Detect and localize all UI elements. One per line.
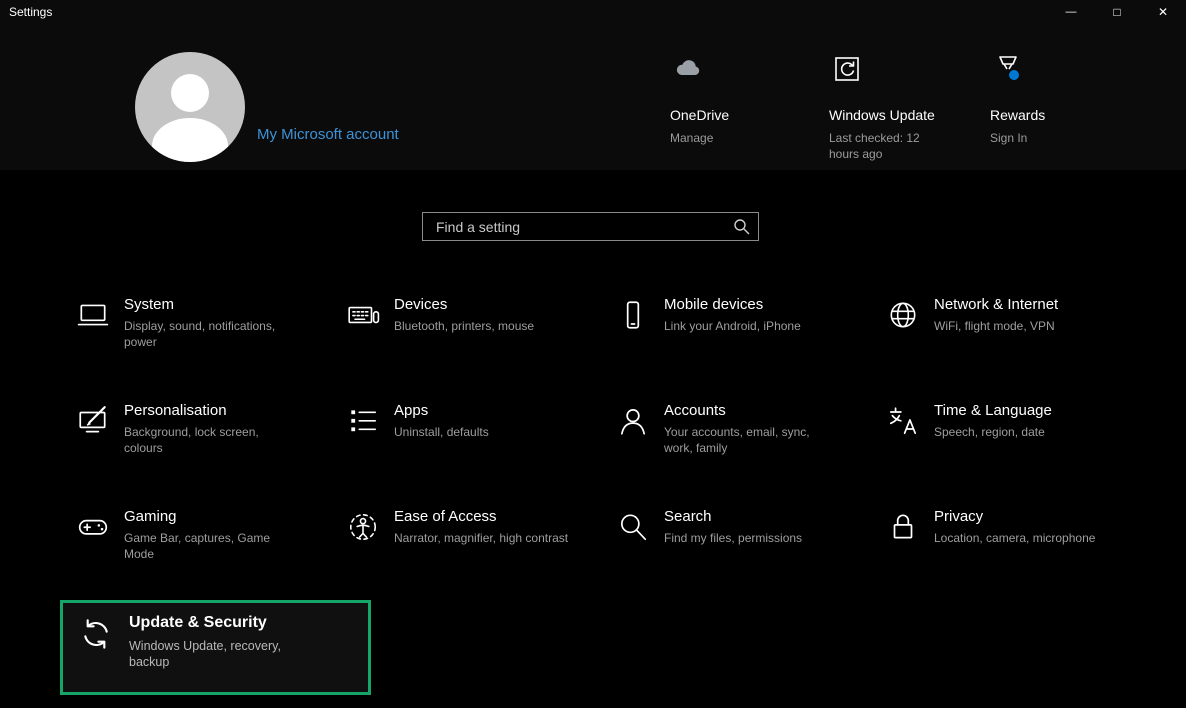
tile-apps[interactable]: Apps Uninstall, defaults: [330, 402, 600, 508]
tile-title: Update & Security: [129, 614, 317, 632]
tile-title: Search: [664, 508, 840, 525]
system-icon: [76, 298, 110, 332]
quick-item-rewards[interactable]: Rewards Sign In: [990, 53, 1140, 146]
quick-item-subtitle: Last checked: 12 hours ago: [829, 130, 929, 162]
tile-privacy[interactable]: Privacy Location, camera, microphone: [870, 508, 1140, 614]
ease-of-access-icon: [346, 510, 380, 544]
highlight-box-update-security: Update & Security Windows Update, recove…: [60, 600, 371, 695]
maximize-button[interactable]: □: [1094, 0, 1140, 24]
quick-item-title: OneDrive: [670, 107, 820, 123]
tile-accounts[interactable]: Accounts Your accounts, email, sync, wor…: [600, 402, 870, 508]
tile-title: Network & Internet: [934, 296, 1110, 313]
avatar-body-shape: [152, 118, 228, 162]
windows-update-sync-icon: [831, 53, 863, 85]
tile-title: Apps: [394, 402, 570, 419]
quick-item-onedrive[interactable]: OneDrive Manage: [670, 53, 820, 146]
user-avatar: [135, 52, 245, 162]
tile-personalisation[interactable]: Personalisation Background, lock screen,…: [60, 402, 330, 508]
network-internet-icon: [886, 298, 920, 332]
tile-system[interactable]: System Display, sound, notifications, po…: [60, 296, 330, 402]
window-title: Settings: [0, 5, 52, 19]
onedrive-cloud-icon: [672, 53, 704, 85]
settings-tile-grid: System Display, sound, notifications, po…: [60, 296, 1140, 614]
avatar-head-shape: [171, 74, 209, 112]
close-button[interactable]: ✕: [1140, 0, 1186, 24]
tile-title: System: [124, 296, 300, 313]
tile-title: Devices: [394, 296, 570, 313]
quick-item-title: Rewards: [990, 107, 1140, 123]
tile-title: Privacy: [934, 508, 1110, 525]
search-tile-icon: [616, 510, 650, 544]
minimize-button[interactable]: —: [1048, 0, 1094, 24]
search-icon[interactable]: [733, 218, 750, 235]
personalisation-icon: [76, 404, 110, 438]
quick-item-title: Windows Update: [829, 107, 979, 123]
tile-subtitle: Display, sound, notifications, power: [124, 318, 300, 350]
tile-subtitle: Find my files, permissions: [664, 530, 840, 546]
tile-title: Ease of Access: [394, 508, 570, 525]
privacy-icon: [886, 510, 920, 544]
tile-subtitle: Background, lock screen, colours: [124, 424, 300, 456]
tile-title: Mobile devices: [664, 296, 840, 313]
gaming-icon: [76, 510, 110, 544]
window-controls: — □ ✕: [1048, 0, 1186, 24]
tile-update-security[interactable]: Update & Security Windows Update, recove…: [63, 603, 368, 670]
tile-subtitle: Speech, region, date: [934, 424, 1110, 440]
search-input[interactable]: [422, 212, 759, 241]
titlebar: Settings — □ ✕: [0, 0, 1186, 24]
quick-item-subtitle: Manage: [670, 130, 820, 146]
mobile-devices-icon: [616, 298, 650, 332]
tile-subtitle: Link your Android, iPhone: [664, 318, 840, 334]
tile-title: Gaming: [124, 508, 300, 525]
apps-icon: [346, 404, 380, 438]
quick-item-subtitle: Sign In: [990, 130, 1140, 146]
tile-ease-of-access[interactable]: Ease of Access Narrator, magnifier, high…: [330, 508, 600, 614]
tile-title: Accounts: [664, 402, 840, 419]
tile-network-internet[interactable]: Network & Internet WiFi, flight mode, VP…: [870, 296, 1140, 402]
tile-subtitle: Uninstall, defaults: [394, 424, 570, 440]
tile-subtitle: Location, camera, microphone: [934, 530, 1110, 546]
update-security-icon: [77, 615, 115, 653]
tile-subtitle: Bluetooth, printers, mouse: [394, 318, 570, 334]
tile-subtitle: Windows Update, recovery, backup: [129, 638, 317, 670]
tile-subtitle: Game Bar, captures, Game Mode: [124, 530, 300, 562]
tile-subtitle: Your accounts, email, sync, work, family: [664, 424, 840, 456]
tile-devices[interactable]: Devices Bluetooth, printers, mouse: [330, 296, 600, 402]
tile-mobile-devices[interactable]: Mobile devices Link your Android, iPhone: [600, 296, 870, 402]
rewards-icon: [992, 53, 1024, 85]
devices-icon: [346, 298, 380, 332]
tile-title: Personalisation: [124, 402, 300, 419]
my-microsoft-account-link[interactable]: My Microsoft account: [257, 126, 399, 143]
tile-gaming[interactable]: Gaming Game Bar, captures, Game Mode: [60, 508, 330, 614]
time-language-icon: [886, 404, 920, 438]
tile-subtitle: WiFi, flight mode, VPN: [934, 318, 1110, 334]
tile-time-language[interactable]: Time & Language Speech, region, date: [870, 402, 1140, 508]
tile-search[interactable]: Search Find my files, permissions: [600, 508, 870, 614]
search-box: [422, 212, 759, 241]
quick-item-windows-update[interactable]: Windows Update Last checked: 12 hours ag…: [829, 53, 979, 162]
accounts-icon: [616, 404, 650, 438]
tile-subtitle: Narrator, magnifier, high contrast: [394, 530, 570, 546]
tile-title: Time & Language: [934, 402, 1110, 419]
